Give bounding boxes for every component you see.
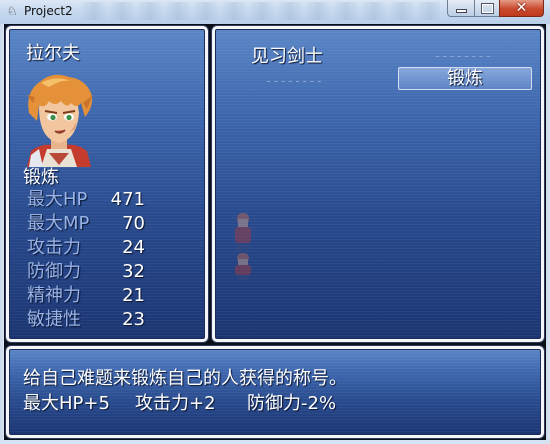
window-title: Project2 [24, 4, 73, 18]
app-icon: ♘ [6, 4, 18, 18]
stat-label-spirit: 精神力 [27, 285, 81, 306]
stat-value-max-hp: 471 [110, 189, 145, 210]
minimize-icon [455, 8, 467, 13]
close-button[interactable]: ✕ [499, 0, 544, 17]
stat-label-agility: 敏捷性 [27, 309, 81, 330]
actor-name: 拉尔夫 [26, 43, 80, 64]
effect-defense: 防御力-2% [247, 393, 337, 414]
titlebar-background [80, 2, 440, 20]
stat-value-attack: 24 [122, 237, 145, 258]
title-item-selected[interactable]: 锻炼 [398, 67, 532, 90]
minimize-button[interactable] [447, 0, 475, 17]
help-window: 给自己难题来锻炼自己的人获得的称号。 最大HP+5 攻击力+2 防御力-2% [6, 346, 544, 438]
stat-value-agility: 23 [122, 309, 145, 330]
title-effects: 最大HP+5 攻击力+2 防御力-2% [23, 393, 503, 415]
game-screen: 拉尔夫 锻炼 最大HP 471 最大MP 70 攻击力 24 防御力 32 精神… [4, 24, 546, 440]
title-description: 给自己难题来锻炼自己的人获得的称号。 [23, 368, 347, 389]
title-item-empty-left[interactable]: -------- [265, 75, 323, 87]
window-frame-right [546, 24, 550, 444]
title-item-empty-right[interactable]: -------- [434, 50, 492, 62]
character-sprite [235, 213, 251, 280]
title-item-trainee-swordsman[interactable]: 见习剑士 [251, 46, 323, 68]
actor-portrait [27, 74, 93, 167]
actor-status-window: 拉尔夫 锻炼 最大HP 471 最大MP 70 攻击力 24 防御力 32 精神… [6, 26, 208, 342]
stat-value-defense: 32 [122, 261, 145, 282]
stat-label-max-mp: 最大MP [27, 213, 90, 234]
stat-label-attack: 攻击力 [27, 237, 81, 258]
effect-max-hp: 最大HP+5 [23, 393, 110, 414]
window-titlebar[interactable]: ♘ Project2 ✕ [0, 0, 550, 25]
maximize-icon [481, 3, 493, 13]
stat-value-max-mp: 70 [122, 213, 145, 234]
title-item-selected-label: 锻炼 [447, 68, 483, 89]
window-frame-bottom [0, 440, 550, 444]
stat-label-defense: 防御力 [27, 261, 81, 282]
title-list-window: 见习剑士 -------- -------- 锻炼 [212, 26, 544, 342]
close-icon: ✕ [515, 0, 528, 16]
effect-attack: 攻击力+2 [135, 393, 216, 414]
maximize-button[interactable] [474, 0, 500, 17]
stat-value-spirit: 21 [122, 285, 145, 306]
stat-label-max-hp: 最大HP [27, 189, 88, 210]
actor-current-title: 锻炼 [23, 167, 59, 188]
